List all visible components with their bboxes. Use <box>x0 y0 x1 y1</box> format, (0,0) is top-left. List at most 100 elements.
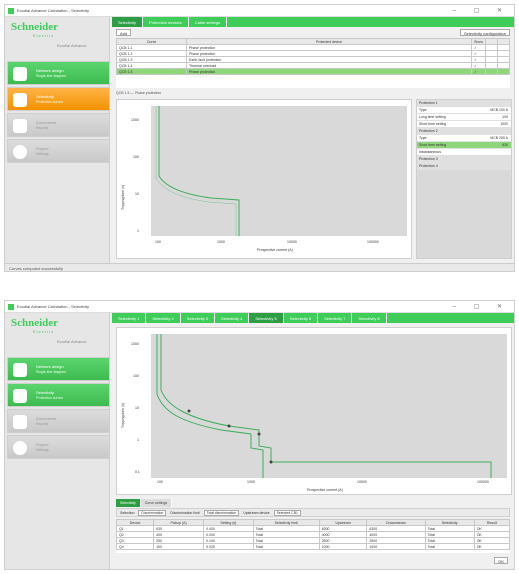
upstream-select[interactable]: Selected CB1 <box>273 509 301 516</box>
nav-sub: Single-line diagram <box>36 74 66 78</box>
curves-table-wrap: Curve Protected device Show QCB 1.1 Phase… <box>116 38 510 88</box>
trip-curves-svg <box>156 334 492 478</box>
curve-marker <box>269 460 273 464</box>
nav-label: Selectivity <box>36 94 55 99</box>
discrimination-select[interactable]: Total discrimination <box>203 509 240 516</box>
table-row-selected[interactable]: QCB 1.5 Phase protection ✓ <box>116 68 510 75</box>
nav-selectivity[interactable]: Selectivity Protection curves <box>7 383 110 407</box>
nav-sub: Protection curves <box>36 100 64 104</box>
sub-tab-bar: Selectivity Curve settings <box>116 499 173 507</box>
toolbar: Add Selectivity configuration <box>112 27 514 37</box>
tab-selectivity-4[interactable]: Selectivity 4 <box>215 313 250 323</box>
settings-icon <box>13 441 27 455</box>
curve-marker <box>257 432 261 436</box>
panel-label: Short time setting <box>419 143 447 147</box>
panel-label: Protection 4 <box>419 164 438 168</box>
x-tick: 100 <box>157 480 163 484</box>
nav-sub: Settings <box>36 152 49 156</box>
logo-product: Ecodial Advance <box>57 339 87 344</box>
tab-selectivity-3[interactable]: Selectivity 3 <box>181 313 216 323</box>
tab-selectivity-5[interactable]: Selectivity 5 <box>249 313 284 323</box>
y-tick: 100 <box>133 374 139 378</box>
tab-cable-settings[interactable]: Cable settings <box>189 17 228 27</box>
filter-label: Upstream device <box>243 510 270 515</box>
subtab-selectivity[interactable]: Selectivity <box>116 499 141 507</box>
x-tick: 100000 <box>367 240 379 244</box>
nav-label: Project <box>36 442 49 447</box>
properties-panel: Protection 1 Type MCB 100 A Long time set… <box>416 99 512 259</box>
window-controls[interactable]: – ▢ ✕ <box>453 7 510 14</box>
nav-project[interactable]: Project Settings <box>7 435 110 459</box>
plot-area[interactable] <box>151 106 407 236</box>
status-bar: Curves computed successfully <box>5 263 514 271</box>
title-bar: Ecodial Advance Calculation - Selectivit… <box>5 301 514 313</box>
app-icon <box>8 8 14 14</box>
show-checkbox[interactable]: ✓ <box>471 68 486 75</box>
trip-curve-2 <box>160 334 492 478</box>
logo-sub: Electric <box>33 33 55 38</box>
x-tick: 100 <box>155 240 161 244</box>
panel-row[interactable]: Long time setting 100 <box>417 114 511 121</box>
filter-label: Selection <box>120 510 135 515</box>
panel-label: Protection 1 <box>419 101 438 105</box>
panel-row[interactable]: Instantaneous <box>417 149 511 156</box>
nav-selectivity[interactable]: Selectivity Protection curves <box>7 87 110 111</box>
nav-project[interactable]: Project Settings <box>7 139 110 163</box>
nav-sub: Protection curves <box>36 396 64 400</box>
window-controls[interactable]: – ▢ ✕ <box>453 303 510 310</box>
nav-network-design[interactable]: Network design Single-line diagram <box>7 357 110 381</box>
nav-network-design[interactable]: Network design Single-line diagram <box>7 61 110 85</box>
tab-selectivity-8[interactable]: Selectivity 8 <box>352 313 387 323</box>
nav-documents[interactable]: Documents Reports <box>7 409 110 433</box>
tab-selectivity-2[interactable]: Selectivity 2 <box>146 313 181 323</box>
table-row[interactable]: Q4 100 0.020 Total 1000 1000 Total OK <box>115 543 511 550</box>
panel-section-1[interactable]: Protection 1 <box>417 100 511 107</box>
x-tick: 1000 <box>247 480 255 484</box>
y-tick: 10 <box>135 406 139 410</box>
x-tick: 100000 <box>477 480 489 484</box>
tab-selectivity-1[interactable]: Selectivity 1 <box>112 313 147 323</box>
selection-select[interactable]: Discrimination <box>138 509 167 516</box>
nav-documents[interactable]: Documents Reports <box>7 113 110 137</box>
plot-area[interactable] <box>151 334 507 478</box>
curve-marker <box>187 409 191 413</box>
tab-selectivity[interactable]: Selectivity <box>112 17 144 27</box>
tab-bar: Selectivity Protection devices Cable set… <box>112 17 514 27</box>
app-icon <box>8 304 14 310</box>
window-title: Ecodial Advance Calculation - Selectivit… <box>17 8 90 13</box>
main-area: Selectivity 1 Selectivity 2 Selectivity … <box>112 313 514 569</box>
nav-label: Documents <box>36 120 57 125</box>
panel-label: Short time setting <box>419 122 447 126</box>
panel-section-4[interactable]: Protection 4 <box>417 163 511 170</box>
curve-icon <box>13 93 27 107</box>
sidebar: Schneider Electric Ecodial Advance Netwo… <box>5 17 110 271</box>
y-tick: 1000 <box>131 342 139 346</box>
panel-value: MCB 100 A <box>490 108 508 112</box>
panel-section-2[interactable]: Protection 2 <box>417 128 511 135</box>
panel-value: MCB 250 A <box>490 136 508 140</box>
nav-sub: Settings <box>36 448 49 452</box>
subtab-curve-settings[interactable]: Curve settings <box>140 499 173 507</box>
tab-protection-devices[interactable]: Protection devices <box>143 17 189 27</box>
diagram-icon <box>13 363 27 377</box>
panel-row[interactable]: Type MCB 100 A <box>417 107 511 114</box>
nav-label: Documents <box>36 416 57 421</box>
add-button[interactable]: Add <box>116 29 132 36</box>
y-tick: 0.1 <box>135 470 140 474</box>
document-icon <box>13 119 27 133</box>
configure-button[interactable]: Selectivity configuration <box>459 29 510 36</box>
panel-row-highlighted[interactable]: Short time setting 630 <box>417 142 511 149</box>
window-title: Ecodial Advance Calculation - Selectivit… <box>17 304 90 309</box>
panel-section-3[interactable]: Protection 3 <box>417 156 511 163</box>
ok-button[interactable]: OK <box>494 557 508 564</box>
tab-selectivity-6[interactable]: Selectivity 6 <box>284 313 319 323</box>
trip-curve-upper <box>155 106 237 236</box>
filter-bar: Selection Discrimination Discrimination … <box>116 508 510 517</box>
tab-selectivity-7[interactable]: Selectivity 7 <box>318 313 353 323</box>
trip-curve <box>158 106 240 236</box>
panel-row[interactable]: Short time setting 1000 <box>417 121 511 128</box>
window-2: Ecodial Advance Calculation - Selectivit… <box>4 300 515 570</box>
y-tick: 100 <box>133 155 139 159</box>
panel-row[interactable]: Type MCB 250 A <box>417 135 511 142</box>
panel-value: 100 <box>502 115 508 119</box>
